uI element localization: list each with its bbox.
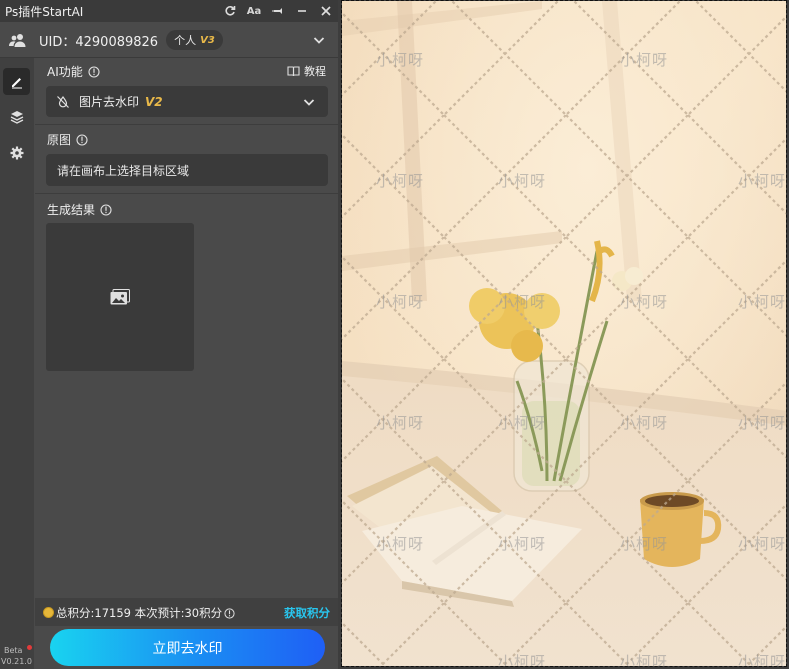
divider — [0, 57, 338, 58]
result-preview[interactable] — [46, 223, 194, 371]
watermark-off-icon — [57, 95, 69, 108]
beta-label: Beta — [4, 646, 23, 655]
points-summary: 总积分:17159 本次预计:30积分 — [56, 605, 235, 621]
close-icon[interactable] — [314, 0, 338, 22]
ai-function-heading: AI功能 — [47, 63, 100, 80]
watermark-text: 小柯呀 — [738, 293, 787, 311]
gear-icon — [10, 146, 23, 159]
pin-icon[interactable] — [266, 0, 290, 22]
watermark-text: 小柯呀 — [498, 172, 547, 190]
function-select-label: 图片去水印 — [79, 95, 140, 109]
font-size-icon[interactable]: Aa — [242, 0, 266, 22]
get-points-link[interactable]: 获取积分 — [284, 605, 330, 621]
watermark-text: 小柯呀 — [376, 51, 425, 69]
divider — [35, 124, 338, 125]
plan-version: V3 — [200, 34, 215, 46]
layers-icon — [10, 110, 23, 124]
book-icon — [287, 66, 300, 77]
watermark-text: 小柯呀 — [738, 653, 787, 667]
watermark-text: 小柯呀 — [620, 293, 669, 311]
watermark-text: 小柯呀 — [738, 535, 787, 553]
original-area-field[interactable]: 请在画布上选择目标区域 — [46, 154, 328, 186]
result-label: 生成结果 — [47, 203, 96, 217]
original-heading: 原图 — [47, 131, 88, 148]
function-select[interactable]: 图片去水印 V2 — [46, 86, 328, 117]
canvas-image — [342, 1, 786, 666]
image-placeholder-icon — [110, 289, 130, 305]
pencil-icon — [11, 77, 22, 88]
panel-title: Ps插件StartAI — [5, 4, 84, 19]
chevron-down-icon — [303, 99, 315, 106]
result-heading: 生成结果 — [47, 201, 112, 218]
users-icon — [9, 31, 27, 49]
points-text: 总积分:17159 本次预计:30积分 — [56, 606, 223, 620]
watermark-text: 小柯呀 — [738, 172, 787, 190]
layers-tool-button[interactable] — [3, 103, 30, 130]
ai-function-label: AI功能 — [47, 65, 83, 79]
watermark-text: 小柯呀 — [620, 51, 669, 69]
plan-badge: 个人 V3 — [166, 30, 223, 50]
settings-tool-button[interactable] — [3, 139, 30, 166]
uid-label: UID：4290089826 — [39, 34, 159, 50]
divider — [35, 193, 338, 194]
watermark-text: 小柯呀 — [498, 293, 547, 311]
tutorial-link[interactable]: 教程 — [287, 63, 326, 79]
coin-icon — [43, 607, 54, 618]
version-label: V0.21.0 — [1, 657, 32, 666]
watermark-text: 小柯呀 — [498, 414, 547, 432]
watermark-text: 小柯呀 — [620, 414, 669, 432]
plan-label: 个人 — [174, 34, 197, 47]
watermark-text: 小柯呀 — [376, 535, 425, 553]
function-select-version: V2 — [145, 94, 163, 109]
info-icon[interactable] — [224, 607, 235, 619]
watermark-text: 小柯呀 — [498, 653, 547, 667]
points-bar: 总积分:17159 本次预计:30积分 获取积分 — [35, 598, 338, 626]
left-rail: Beta V0.21.0 — [0, 58, 34, 669]
watermark-text: 小柯呀 — [376, 293, 425, 311]
watermark-text: 小柯呀 — [620, 535, 669, 553]
chevron-down-icon[interactable] — [312, 32, 326, 46]
user-bar[interactable]: UID：4290089826 个人 V3 — [0, 26, 338, 54]
watermark-text: 小柯呀 — [376, 414, 425, 432]
plugin-panel: Ps插件StartAI Aa UID：4290089826 个人 V3 Beta… — [0, 0, 338, 669]
photoshop-canvas[interactable]: 小柯呀 小柯呀 小柯呀 小柯呀 小柯呀 小柯呀 小柯呀 小柯呀 小柯呀 小柯呀 … — [341, 0, 787, 667]
minimize-icon[interactable] — [290, 0, 314, 22]
remove-watermark-button[interactable]: 立即去水印 — [50, 629, 325, 666]
original-label: 原图 — [47, 133, 72, 147]
edit-tool-button[interactable] — [3, 68, 30, 95]
watermark-text: 小柯呀 — [498, 535, 547, 553]
info-icon[interactable] — [100, 203, 112, 216]
info-icon[interactable] — [76, 133, 88, 146]
watermark-text: 小柯呀 — [376, 172, 425, 190]
watermark-text: 小柯呀 — [620, 653, 669, 667]
info-icon[interactable] — [88, 65, 100, 78]
tutorial-label: 教程 — [304, 65, 326, 78]
notification-dot — [27, 645, 32, 650]
watermark-text: 小柯呀 — [738, 414, 787, 432]
title-bar: Ps插件StartAI Aa — [0, 0, 338, 22]
refresh-icon[interactable] — [218, 0, 242, 22]
